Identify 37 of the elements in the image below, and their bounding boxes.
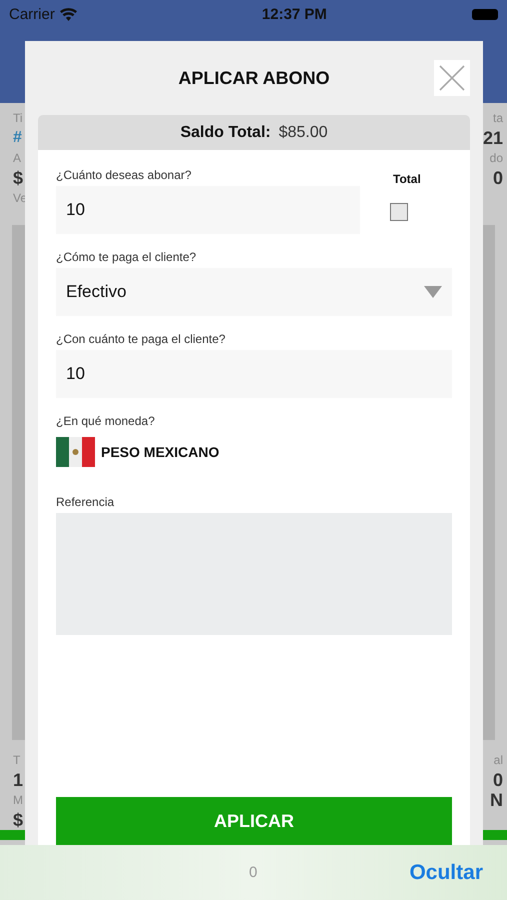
close-icon (439, 65, 465, 91)
clock: 12:37 PM (262, 6, 327, 22)
field-value: 1 (13, 770, 24, 790)
field-label: ¿En qué moneda? (56, 414, 156, 428)
battery-icon (472, 8, 498, 20)
field-value: 21 (482, 128, 503, 148)
field-label: do (490, 150, 503, 167)
toolbar-value: 0 (249, 864, 258, 881)
paid-amount-field[interactable]: 10 (56, 350, 452, 398)
field-label: A (13, 150, 22, 167)
field-value: N (490, 790, 503, 810)
wifi-icon (60, 8, 77, 20)
field-label: ta (492, 110, 503, 127)
field-label: Referencia (56, 495, 116, 509)
field-value: $ (13, 168, 24, 188)
field-value: 0 (492, 770, 503, 790)
field-label: al (494, 752, 503, 769)
balance-amount: $85.00 (278, 124, 328, 142)
carrier-label: Carrier (9, 6, 55, 22)
dropdown-arrow-icon (424, 286, 442, 298)
amount-field[interactable]: 10 (56, 186, 360, 234)
field-value: $ (13, 810, 24, 830)
total-checkbox[interactable] (390, 203, 408, 221)
checkbox-label: Total (393, 172, 421, 186)
currency-name: PESO MEXICANO (101, 444, 220, 460)
field-label: M (13, 792, 24, 809)
field-label: ¿Cuánto deseas abonar? (56, 168, 192, 182)
flag-icon (56, 437, 95, 467)
field-label: Ti (13, 110, 24, 127)
close-button[interactable] (434, 60, 470, 96)
field-label: ¿Con cuánto te paga el cliente? (56, 332, 226, 346)
payment-dropdown[interactable]: Efectivo (56, 268, 452, 316)
balance-label: Saldo Total: (180, 124, 271, 142)
field-value: 0 (492, 168, 503, 188)
dialog-title: APLICAR ABONO (178, 68, 330, 88)
field-label: T (13, 752, 22, 769)
field-label: ¿Cómo te paga el cliente? (56, 250, 198, 264)
